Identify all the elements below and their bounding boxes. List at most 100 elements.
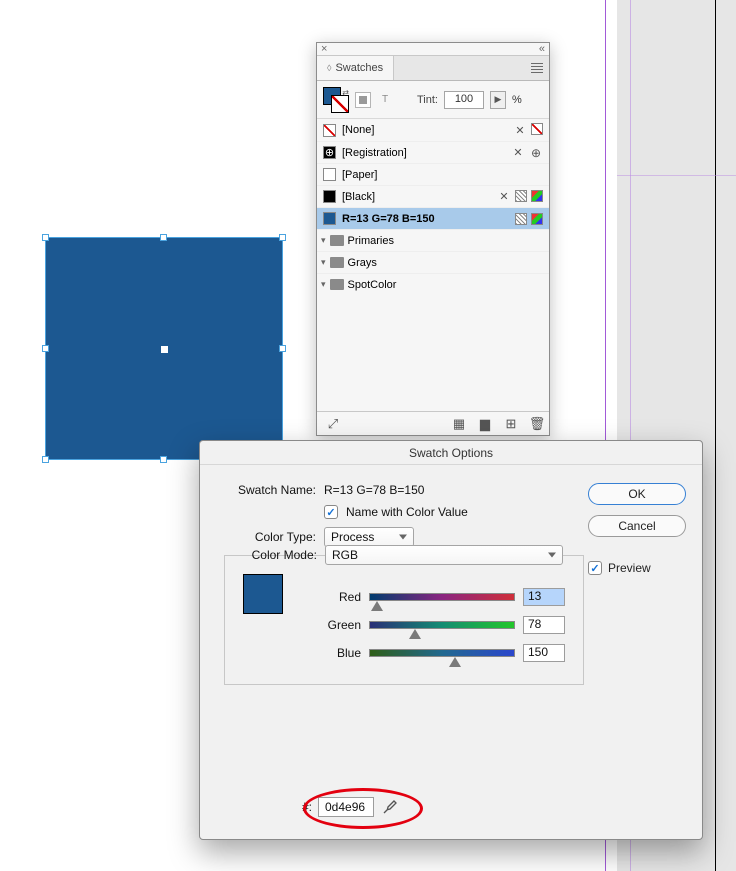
handle-mid-left[interactable] [42, 345, 49, 352]
registration-swatch-icon [529, 146, 543, 160]
not-editable-icon: ✕ [513, 123, 527, 137]
swatches-panel: × « Swatches ⇄ T Tint: 100 ▶ % [None] ✕ [316, 42, 550, 436]
not-editable-icon: ✕ [511, 146, 525, 160]
swatch-list: [None] ✕ [Registration] ✕ [Paper] [Black… [317, 119, 549, 295]
formatting-text-icon[interactable]: T [377, 92, 393, 108]
disclosure-icon[interactable]: ▾ [321, 279, 326, 290]
slider-thumb[interactable] [409, 629, 421, 639]
handle-bottom-left[interactable] [42, 456, 49, 463]
name-with-value-label: Name with Color Value [346, 505, 468, 519]
swatch-group-spotcolor[interactable]: ▾ SpotColor [317, 273, 549, 295]
hex-input[interactable]: 0d4e96 [318, 797, 374, 817]
disclosure-icon[interactable]: ▾ [321, 257, 326, 268]
slider-thumb[interactable] [449, 657, 461, 667]
slider-thumb[interactable] [371, 601, 383, 611]
swatch-row-paper[interactable]: [Paper] [317, 163, 549, 185]
cancel-button[interactable]: Cancel [588, 515, 686, 537]
red-label: Red [301, 590, 361, 604]
paper-icon [323, 168, 336, 181]
new-swatch-icon[interactable]: ⊞ [503, 416, 519, 432]
green-slider[interactable] [369, 621, 515, 629]
none-swatch-icon [531, 123, 543, 135]
swatch-group-primaries[interactable]: ▾ Primaries [317, 229, 549, 251]
guide-horizontal[interactable] [617, 175, 736, 176]
swatch-label: [Registration] [342, 147, 505, 159]
swatch-label: [None] [342, 124, 507, 136]
tint-unit: % [512, 94, 522, 106]
swatch-name-label: Swatch Name: [216, 483, 316, 497]
selected-rectangle[interactable] [46, 238, 282, 459]
fill-stroke-swatch[interactable]: ⇄ [323, 87, 349, 113]
preview-checkbox-row[interactable]: Preview [588, 561, 686, 575]
selection-center[interactable] [161, 346, 168, 353]
preview-label: Preview [608, 561, 651, 575]
swatch-row-black[interactable]: [Black] ✕ [317, 185, 549, 207]
handle-top-right[interactable] [279, 234, 286, 241]
dialog-title-text: Swatch Options [409, 446, 493, 460]
swatch-label: R=13 G=78 B=150 [342, 213, 509, 225]
dialog-title[interactable]: Swatch Options [200, 441, 702, 465]
color-type-value: Process [331, 530, 374, 544]
tab-label: Swatches [335, 62, 383, 74]
tint-input[interactable]: 100 [444, 91, 484, 109]
tab-swatches[interactable]: Swatches [317, 56, 394, 80]
cancel-label: Cancel [618, 519, 655, 533]
blue-label: Blue [301, 646, 361, 660]
group-label: Grays [348, 257, 377, 269]
color-type-label: Color Type: [216, 530, 316, 544]
hex-label: #: [212, 800, 312, 814]
process-swatch-icon [515, 213, 527, 225]
panel-tabs: Swatches [317, 56, 549, 81]
color-mode-select[interactable]: RGB [325, 545, 563, 565]
swatch-options-dialog: Swatch Options OK Cancel Preview Swatch … [199, 440, 703, 840]
new-swatch-menu-icon[interactable]: ▦ [451, 416, 467, 432]
color-type-select[interactable]: Process [324, 527, 414, 547]
panel-toolbar: ⇄ T Tint: 100 ▶ % [317, 81, 549, 119]
swap-fill-stroke-icon[interactable]: ⇄ [342, 88, 349, 97]
blue-slider[interactable] [369, 649, 515, 657]
collapse-icon[interactable]: « [539, 43, 545, 55]
formatting-container-icon[interactable] [355, 92, 371, 108]
disclosure-icon[interactable]: ▾ [321, 235, 326, 246]
process-swatch-icon [515, 190, 527, 202]
group-label: Primaries [348, 235, 394, 247]
red-slider[interactable] [369, 593, 515, 601]
new-group-icon[interactable]: ▆ [477, 416, 493, 432]
swatch-row-registration[interactable]: [Registration] ✕ [317, 141, 549, 163]
handle-bottom-center[interactable] [160, 456, 167, 463]
show-swatches-icon[interactable]: ⤢ [325, 416, 341, 432]
none-icon [323, 124, 336, 137]
eyedropper-icon[interactable] [380, 797, 400, 817]
tint-stepper[interactable]: ▶ [490, 91, 506, 109]
blue-icon [323, 212, 336, 225]
not-editable-icon: ✕ [497, 190, 511, 204]
red-input[interactable]: 13 [523, 588, 565, 606]
swatch-name-value: R=13 G=78 B=150 [324, 483, 424, 497]
ok-label: OK [628, 487, 645, 501]
panel-menu-icon[interactable] [525, 56, 549, 80]
folder-icon [330, 279, 344, 290]
swatch-row-rgb-blue[interactable]: R=13 G=78 B=150 [317, 207, 549, 229]
blue-input[interactable]: 150 [523, 644, 565, 662]
name-with-value-checkbox[interactable] [324, 505, 338, 519]
handle-top-left[interactable] [42, 234, 49, 241]
color-preview-swatch [243, 574, 283, 614]
folder-icon [330, 257, 344, 268]
color-values-group: Color Mode: RGB Red 13 [224, 555, 584, 685]
close-icon[interactable]: × [321, 43, 327, 55]
stroke-swatch-icon[interactable] [331, 95, 349, 113]
handle-top-center[interactable] [160, 234, 167, 241]
ok-button[interactable]: OK [588, 483, 686, 505]
swatch-group-grays[interactable]: ▾ Grays [317, 251, 549, 273]
delete-swatch-icon[interactable]: 🗑 [529, 416, 545, 432]
group-label: SpotColor [348, 279, 397, 291]
swatch-label: [Black] [342, 191, 491, 203]
rgb-swatch-icon [531, 213, 543, 225]
handle-mid-right[interactable] [279, 345, 286, 352]
registration-icon [323, 146, 336, 159]
green-input[interactable]: 78 [523, 616, 565, 634]
black-icon [323, 190, 336, 203]
green-label: Green [301, 618, 361, 632]
tint-label: Tint: [417, 94, 438, 106]
swatch-row-none[interactable]: [None] ✕ [317, 119, 549, 141]
